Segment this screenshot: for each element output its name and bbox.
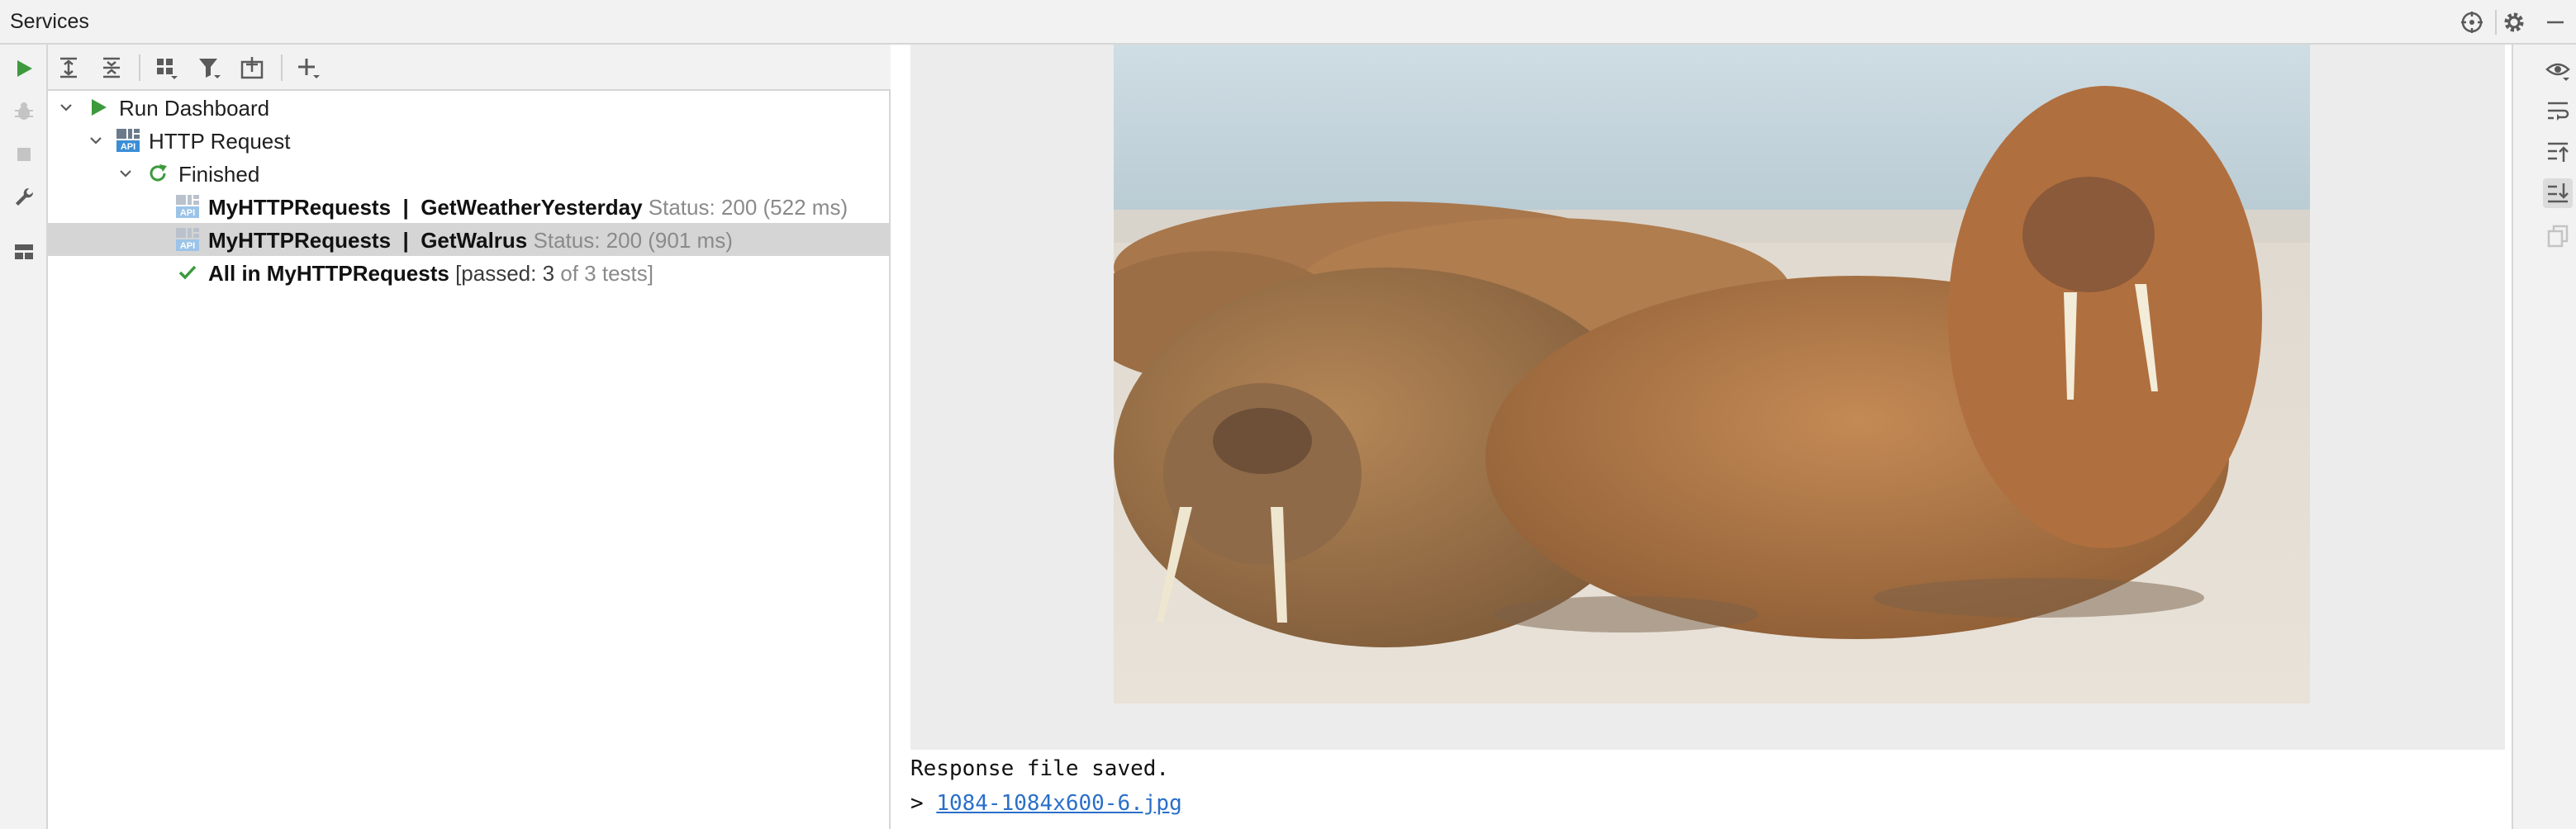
request-item-text: MyHTTPRequests | GetWeatherYesterday Sta…: [208, 195, 848, 220]
chevron-down-icon[interactable]: [84, 129, 107, 152]
run-icon: [86, 95, 111, 120]
summary-total: of 3 tests]: [554, 261, 654, 286]
window-title: Services: [10, 10, 89, 33]
new-tab-icon[interactable]: [236, 52, 268, 83]
response-file-link[interactable]: 1084-1084x600-6.jpg: [936, 791, 1181, 816]
tree-toolbar: [48, 45, 891, 91]
request-status: Status: 200 (901 ms): [533, 228, 733, 253]
tree-row-request[interactable]: API MyHTTPRequests | GetWeatherYesterday…: [48, 190, 891, 223]
crosshair-icon[interactable]: [2458, 8, 2486, 36]
tree-label: Run Dashboard: [119, 96, 270, 121]
console-prompt: >: [910, 791, 924, 816]
expand-all-icon[interactable]: [53, 52, 84, 83]
wrench-icon[interactable]: [8, 182, 40, 213]
svg-text:API: API: [180, 241, 195, 251]
gear-icon[interactable]: [2500, 8, 2528, 36]
add-service-icon[interactable]: [292, 52, 324, 83]
api-request-icon: API: [175, 194, 200, 219]
response-viewer: Response file saved. > 1084-1084x600-6.j…: [892, 45, 2512, 829]
api-request-icon: API: [175, 227, 200, 252]
run-icon[interactable]: [8, 53, 40, 84]
eye-icon[interactable]: [2543, 54, 2573, 84]
svg-text:API: API: [121, 142, 135, 152]
walrus-image: [1114, 45, 2310, 703]
chevron-down-icon[interactable]: [114, 162, 137, 185]
request-name: MyHTTPRequests | GetWeatherYesterday: [208, 195, 643, 220]
toolbar-separator: [139, 54, 140, 81]
rerun-icon: [145, 161, 170, 186]
title-bar: Services: [0, 0, 2576, 45]
summary-passed: [passed: 3: [455, 261, 555, 286]
soft-wrap-icon[interactable]: [2543, 96, 2573, 126]
collapse-all-icon[interactable]: [96, 52, 127, 83]
tree-row-run-dashboard[interactable]: Run Dashboard: [48, 91, 891, 124]
scroll-to-end-icon[interactable]: [2543, 178, 2573, 208]
console-response-line: Response file saved.: [910, 756, 1170, 781]
svg-text:API: API: [180, 208, 195, 218]
scroll-to-top-icon[interactable]: [2543, 137, 2573, 167]
summary-text: All in MyHTTPRequests [passed: 3 of 3 te…: [208, 261, 654, 287]
tree-row-finished[interactable]: Finished: [48, 157, 891, 190]
layout-icon[interactable]: [8, 236, 40, 268]
request-status: Status: 200 (522 ms): [648, 195, 848, 220]
summary-name: All in MyHTTPRequests: [208, 261, 449, 286]
request-item-text: MyHTTPRequests | GetWalrus Status: 200 (…: [208, 228, 733, 253]
services-side-toolbar: [0, 45, 48, 829]
filter-icon[interactable]: [193, 52, 225, 83]
tree-row-request-selected[interactable]: API MyHTTPRequests | GetWalrus Status: 2…: [48, 223, 891, 256]
api-icon: API: [116, 128, 140, 153]
tree-row-summary[interactable]: All in MyHTTPRequests [passed: 3 of 3 te…: [48, 256, 891, 289]
response-image-frame: [910, 45, 2505, 750]
group-by-icon[interactable]: [150, 52, 182, 83]
toolbar-separator: [281, 54, 283, 81]
copy-icon[interactable]: [2543, 221, 2573, 251]
minimize-icon[interactable]: [2541, 8, 2569, 36]
console-file-line: > 1084-1084x600-6.jpg: [910, 791, 1182, 816]
debug-icon[interactable]: [8, 96, 40, 127]
tree-label: HTTP Request: [149, 129, 291, 154]
title-separator: [2495, 10, 2497, 35]
tree-row-http-request[interactable]: API HTTP Request: [48, 124, 891, 157]
services-tree-panel: Run Dashboard API HTTP Request Finished …: [48, 45, 891, 829]
request-name: MyHTTPRequests | GetWalrus: [208, 228, 528, 253]
check-icon: [175, 260, 200, 285]
viewer-side-toolbar: [2512, 45, 2576, 829]
chevron-down-icon[interactable]: [55, 96, 78, 119]
stop-icon[interactable]: [8, 139, 40, 170]
tree-label: Finished: [178, 162, 260, 187]
